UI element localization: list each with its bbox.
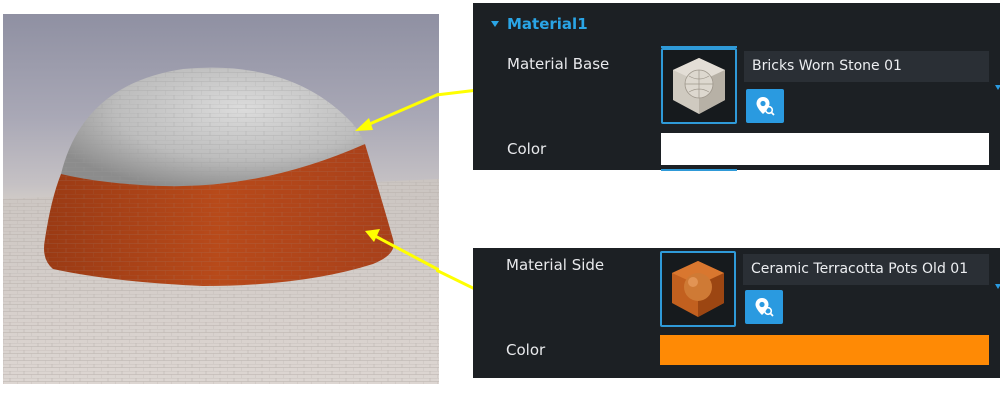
thumbnail-highlight-bar: [661, 46, 737, 48]
section-title: Material1: [507, 15, 588, 33]
material-side-label: Material Side: [506, 256, 605, 274]
collapse-triangle-icon[interactable]: [491, 21, 499, 27]
color-side-label: Color: [506, 341, 546, 359]
map-pin-search-icon: [755, 298, 774, 317]
color-base-label: Color: [507, 140, 547, 158]
section-header-material1[interactable]: Material1: [491, 13, 588, 35]
stone-sphere-thumbnail-icon: [673, 58, 725, 114]
material-base-label: Material Base: [507, 55, 610, 73]
material-properties-panel-top: Material1 Material Base Bricks Worn Ston…: [473, 3, 1000, 171]
map-pin-search-icon: [756, 97, 775, 116]
material-side-browse-button[interactable]: [745, 290, 783, 324]
edge-dropdown-indicator: [995, 284, 1000, 289]
edge-dropdown-indicator: [995, 85, 1000, 90]
material-base-browse-button[interactable]: [746, 89, 784, 123]
terracotta-sphere-thumbnail-icon: [672, 261, 724, 317]
material-side-thumbnail[interactable]: [660, 251, 736, 327]
material-side-name-field[interactable]: Ceramic Terracotta Pots Old 01: [743, 254, 989, 285]
material-base-thumbnail[interactable]: [661, 48, 737, 124]
color-side-swatch[interactable]: [660, 335, 989, 365]
material-properties-panel-bottom: Material Side Ceramic Terracotta Pots Ol…: [473, 248, 1000, 378]
viewport-scene: [3, 14, 439, 384]
material-base-name-field[interactable]: Bricks Worn Stone 01: [744, 51, 989, 82]
swatch-underline: [661, 169, 737, 171]
color-base-swatch[interactable]: [661, 133, 989, 165]
